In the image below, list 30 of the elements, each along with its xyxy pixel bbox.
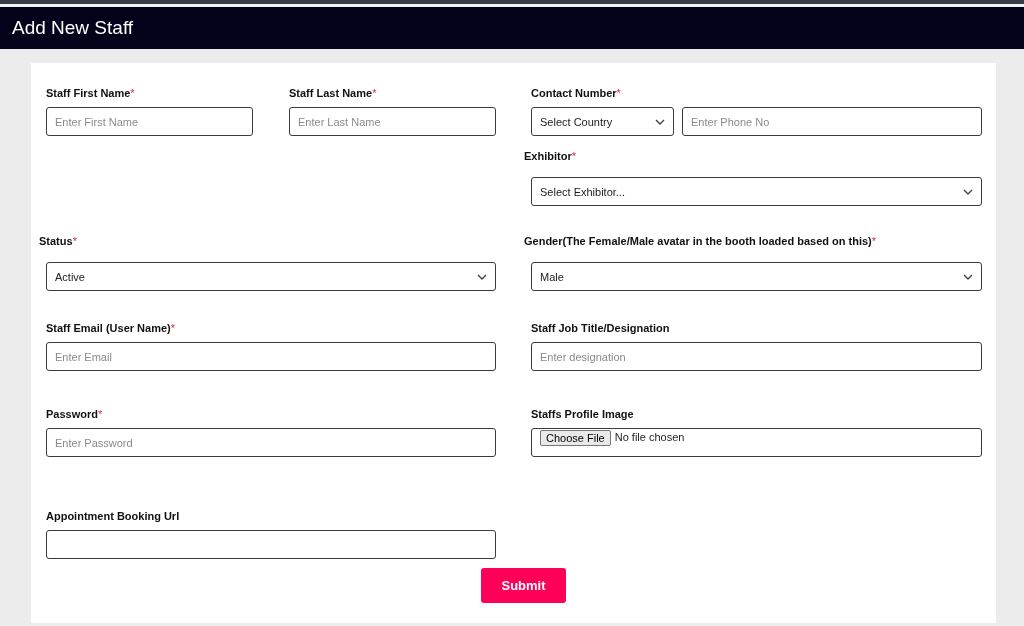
submit-button[interactable]: Submit <box>481 568 566 603</box>
field-label: Staff Email (User Name)* <box>46 322 176 335</box>
field-label: Exhibitor* <box>524 150 577 163</box>
input-field[interactable]: Enter Last Name <box>289 107 496 136</box>
field-label: Appointment Booking Url <box>46 510 181 523</box>
field-label: Staff Job Title/Designation <box>531 322 671 335</box>
select-field[interactable]: Active <box>46 262 496 291</box>
input-field[interactable] <box>46 530 496 559</box>
select-field[interactable]: Select Exhibitor... <box>531 177 982 206</box>
input-field[interactable]: Enter Password <box>46 428 496 457</box>
chevron-down-icon <box>477 273 487 280</box>
input-field[interactable]: Enter designation <box>531 342 982 371</box>
field-label: Staffs Profile Image <box>531 408 635 421</box>
chevron-down-icon <box>963 273 973 280</box>
input-field[interactable]: Enter Email <box>46 342 496 371</box>
select-field[interactable]: Male <box>531 262 982 291</box>
phone-field[interactable]: Enter Phone No <box>682 107 982 136</box>
chevron-down-icon <box>655 118 665 125</box>
field-label: Status* <box>39 235 78 248</box>
chevron-down-icon <box>963 188 973 195</box>
file-status: No file chosen <box>614 431 685 443</box>
field-label: Gender(The Female/Male avatar in the booth loaded based on this)* <box>524 235 878 248</box>
choose-file-button[interactable]: Choose File <box>540 430 611 446</box>
field-label: Staff First Name* <box>46 87 136 100</box>
country-select[interactable]: Select Country <box>531 107 674 136</box>
field-label: Staff Last Name* <box>289 87 378 100</box>
input-field[interactable]: Enter First Name <box>46 107 253 136</box>
field-label: Password* <box>46 408 104 421</box>
page-title: Add New Staff <box>12 17 134 39</box>
field-label: Contact Number* <box>531 87 622 100</box>
